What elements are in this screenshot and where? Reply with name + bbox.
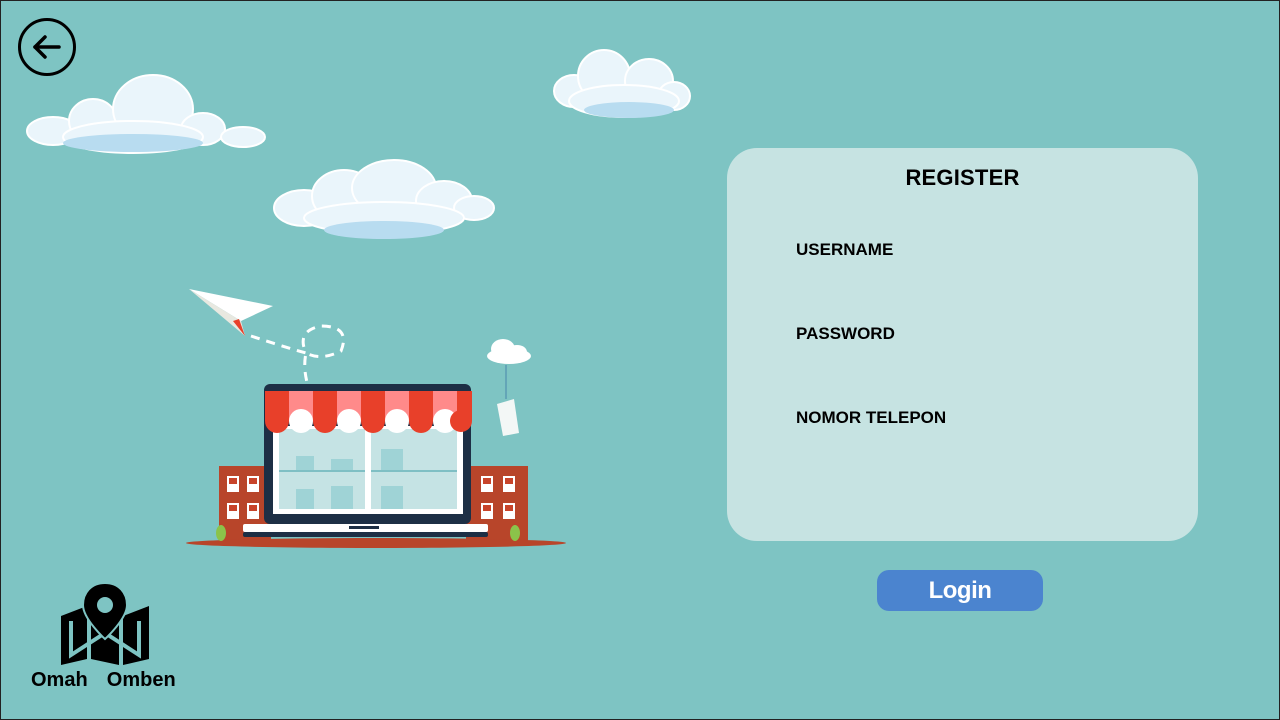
price-tag-icon — [487, 339, 531, 436]
username-input[interactable] — [796, 268, 1126, 294]
username-label: USERNAME — [796, 240, 894, 259]
register-title: REGISTER — [905, 165, 1020, 190]
phone-number-label: NOMOR TELEPON — [796, 408, 947, 427]
phone-field-group: NOMOR TELEPON — [796, 408, 1156, 462]
brand-name: Omah Omben — [31, 669, 176, 691]
back-button[interactable] — [18, 18, 76, 76]
online-shop-illustration — [186, 289, 566, 548]
cloud-decoration — [553, 49, 691, 118]
map-pin-icon — [61, 581, 149, 665]
register-screen: REGISTER USERNAME PASSWORD NOMOR TELEPON… — [0, 0, 1280, 720]
cloud-decoration — [273, 159, 495, 239]
phone-number-input[interactable] — [796, 436, 1126, 462]
register-card: REGISTER USERNAME PASSWORD NOMOR TELEPON — [727, 148, 1198, 541]
password-label: PASSWORD — [796, 324, 895, 343]
cloud-decoration — [26, 74, 266, 154]
login-button[interactable]: Login — [877, 570, 1043, 611]
brand-logo: Omah Omben — [31, 581, 181, 696]
username-field-group: USERNAME — [796, 240, 1156, 294]
password-input[interactable] — [796, 352, 1126, 378]
paper-plane-icon — [189, 289, 273, 336]
password-field-group: PASSWORD — [796, 324, 1156, 378]
arrow-left-icon — [33, 35, 61, 59]
